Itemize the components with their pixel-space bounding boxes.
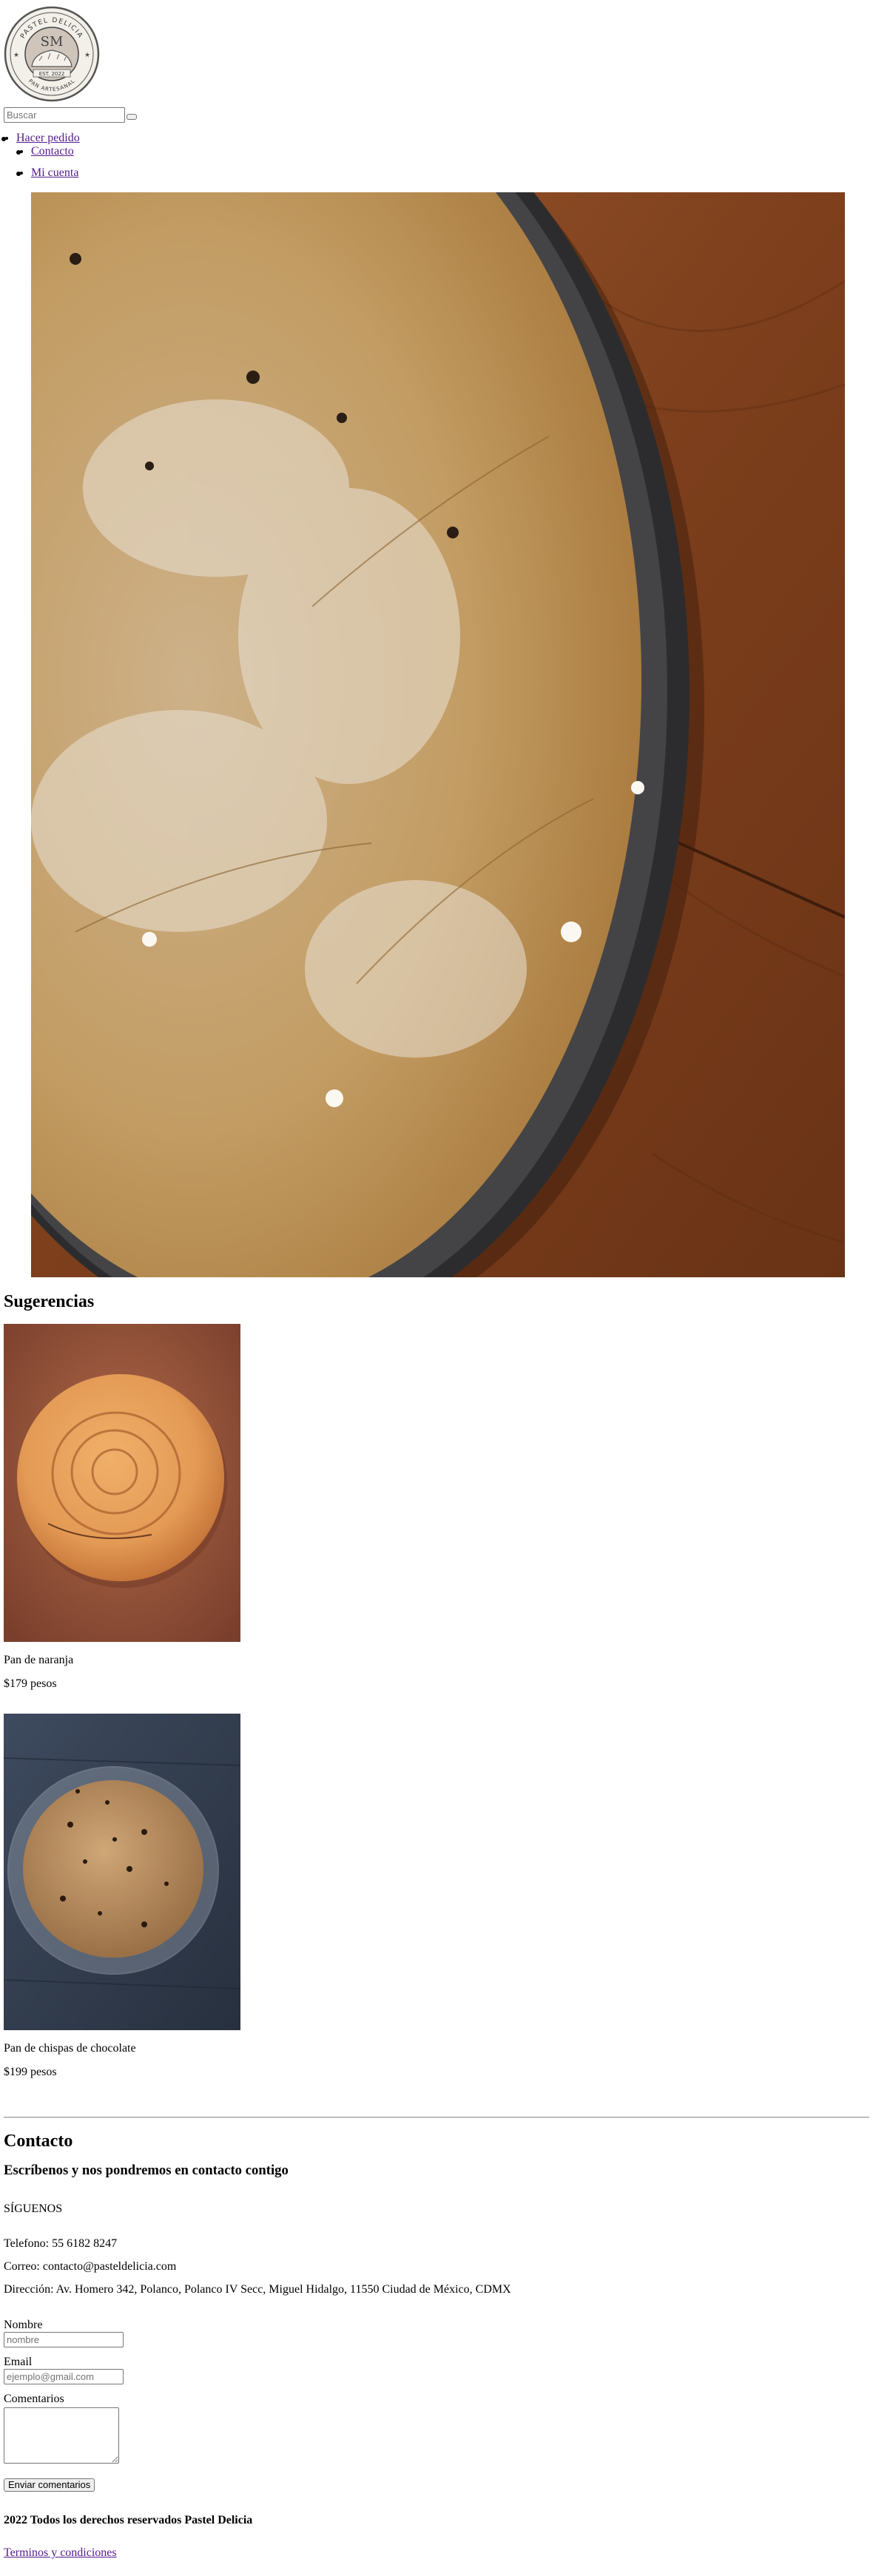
contact-email: Correo: contacto@pasteldelicia.com: [4, 2260, 177, 2273]
terms-link[interactable]: Terminos y condiciones: [4, 2546, 117, 2560]
name-field[interactable]: [4, 2332, 124, 2347]
product-name: Pan de chispas de chocolate: [4, 2042, 136, 2055]
search-input[interactable]: [4, 107, 125, 123]
logo-monogram: SM: [41, 34, 64, 50]
name-label: Nombre: [4, 2319, 43, 2331]
logo-star-icon: ★: [84, 51, 90, 58]
email-field[interactable]: [4, 2369, 124, 2384]
suggestions-heading: Sugerencias: [4, 1292, 95, 1311]
product-price: $199 pesos: [4, 2066, 57, 2078]
contact-heading: Contacto: [4, 2132, 73, 2151]
product-image-pan-de-chispas-de-chocolate[interactable]: [3, 1714, 241, 2030]
nav-item-contacto: Contacto: [16, 145, 74, 158]
product-name: Pan de naranja: [4, 1654, 74, 1666]
email-label: Email: [4, 2356, 33, 2368]
contact-phone: Telefono: 55 6182 8247: [4, 2237, 118, 2250]
comments-field[interactable]: [4, 2407, 119, 2464]
product-price: $179 pesos: [4, 1677, 57, 1690]
nav-link-contacto[interactable]: Contacto: [31, 145, 74, 158]
comments-label: Comentarios: [4, 2393, 64, 2405]
contact-subheading: Escríbenos y nos pondremos en contacto c…: [4, 2163, 289, 2178]
submit-comments-button[interactable]: Enviar comentarios: [4, 2478, 95, 2492]
nav-item-mi-cuenta: Mi cuenta: [16, 166, 78, 180]
search-button[interactable]: [127, 114, 137, 120]
logo-star-icon: ★: [13, 51, 19, 58]
logo-est: EST. 2022: [39, 71, 65, 77]
footer-copyright: 2022 Todos los derechos reservados Paste…: [4, 2514, 253, 2526]
follow-us-label: SÍGUENOS: [4, 2203, 63, 2215]
hero-image: [31, 192, 845, 1277]
product-card: Pan de naranja $179 pesos: [4, 1324, 240, 1691]
nav-link-hacer-pedido[interactable]: Hacer pedido: [16, 132, 80, 144]
site-logo[interactable]: SM EST. 2022 PASTEL DELICIA PAN ARTESANA…: [4, 6, 100, 102]
nav-item-hacer-pedido: Hacer pedido: [1, 132, 80, 145]
section-divider: [4, 2117, 869, 2118]
product-card: Pan de chispas de chocolate $199 pesos: [3, 1714, 241, 2079]
product-image-pan-de-naranja[interactable]: [4, 1324, 240, 1642]
contact-address: Dirección: Av. Homero 342, Polanco, Pola…: [4, 2283, 511, 2296]
nav-link-mi-cuenta[interactable]: Mi cuenta: [31, 166, 78, 179]
